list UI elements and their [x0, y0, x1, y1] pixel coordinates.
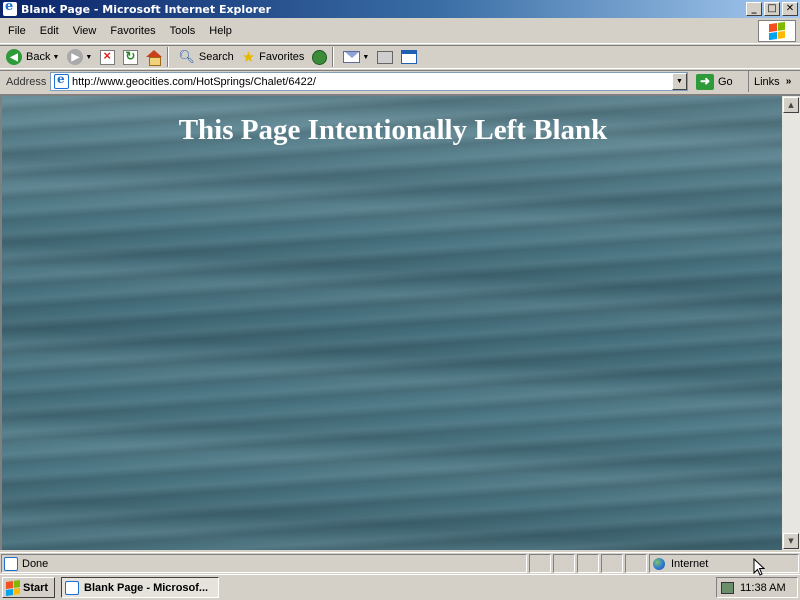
favorites-button[interactable]: ★ Favorites [240, 47, 307, 67]
windows-logo [758, 20, 796, 42]
page-viewport[interactable]: This Page Intentionally Left Blank [0, 94, 782, 550]
url-input[interactable] [72, 73, 672, 90]
stop-icon [100, 48, 116, 65]
address-dropdown-icon[interactable]: ▼ [672, 73, 687, 90]
maximize-button[interactable]: □ [764, 2, 780, 16]
go-arrow-icon: ➜ [696, 73, 714, 90]
forward-dropdown-icon[interactable]: ▼ [85, 54, 92, 61]
links-label: Links [754, 75, 780, 88]
print-button[interactable] [375, 47, 395, 67]
menu-help[interactable]: Help [203, 25, 238, 37]
ie-icon [65, 580, 79, 595]
media-button[interactable] [310, 47, 329, 67]
page-heading: This Page Intentionally Left Blank [178, 114, 608, 146]
mail-dropdown-icon[interactable]: ▼ [362, 54, 369, 61]
toolbar-separator [167, 47, 170, 67]
mail-icon [343, 51, 361, 63]
back-dropdown-icon[interactable]: ▼ [52, 54, 59, 61]
status-text-panel: Done [1, 554, 527, 573]
chevron-right-icon: » [785, 76, 792, 87]
media-icon [312, 49, 328, 65]
start-label: Start [23, 581, 49, 594]
scroll-up-arrow-icon[interactable]: ▲ [783, 97, 799, 113]
menu-bar: File Edit View Favorites Tools Help [0, 19, 800, 44]
title-bar: Blank Page - Microsoft Internet Explorer… [0, 0, 800, 18]
search-icon: 🔍︎ [178, 49, 195, 64]
home-icon [146, 50, 163, 66]
security-zone[interactable]: Internet [649, 554, 799, 573]
address-field[interactable]: ▼ [50, 72, 688, 91]
status-cell [553, 554, 575, 573]
scroll-down-arrow-icon[interactable]: ▼ [783, 533, 799, 549]
menu-favorites[interactable]: Favorites [104, 25, 161, 37]
taskbar: Start Blank Page - Microsof... 11:38 AM [0, 574, 800, 600]
status-cell [601, 554, 623, 573]
vertical-scrollbar[interactable]: ▲ ▼ [782, 94, 800, 550]
home-button[interactable] [144, 47, 164, 67]
status-bar: Done Internet [0, 552, 800, 574]
links-button[interactable]: Links » [748, 71, 800, 92]
menu-edit[interactable]: Edit [34, 25, 65, 37]
status-text: Done [22, 557, 49, 570]
stop-button[interactable] [98, 47, 117, 67]
favorites-star-icon: ★ [241, 49, 256, 66]
window-controls: _ □ ✕ [746, 2, 798, 16]
clock[interactable]: 11:38 AM [740, 582, 786, 594]
printer-icon [377, 50, 394, 64]
status-cell [625, 554, 647, 573]
refresh-icon [123, 49, 139, 65]
page-icon [54, 72, 69, 89]
minimize-button[interactable]: _ [746, 2, 762, 16]
refresh-button[interactable] [121, 47, 140, 67]
menu-tools[interactable]: Tools [164, 25, 202, 37]
page-status-icon [4, 556, 18, 571]
standard-toolbar: ◀ Back ▼ ▶ ▼ 🔍︎ Search ★ Favorites ▼ [0, 45, 800, 69]
go-button[interactable]: ➜ Go [696, 73, 733, 90]
windows-flag-icon [769, 21, 785, 41]
system-tray: 11:38 AM [716, 577, 798, 598]
taskbar-window-label: Blank Page - Microsof... [84, 581, 209, 594]
globe-icon [653, 557, 665, 570]
address-bar: Address ▼ ➜ Go Links » [0, 70, 800, 92]
zone-label: Internet [671, 557, 709, 570]
back-arrow-icon: ◀ [6, 49, 22, 65]
mouse-cursor-icon [753, 558, 765, 576]
taskbar-window-button[interactable]: Blank Page - Microsof... [61, 577, 219, 598]
status-cell [529, 554, 551, 573]
forward-arrow-icon: ▶ [67, 49, 84, 65]
windows-flag-icon [6, 579, 20, 596]
address-label: Address [6, 75, 47, 88]
network-icon[interactable] [721, 581, 734, 594]
edit-button[interactable] [399, 47, 419, 67]
edit-page-icon [401, 50, 418, 64]
toolbar-separator [332, 47, 335, 67]
back-button[interactable]: ◀ Back ▼ [4, 47, 61, 67]
mail-button[interactable]: ▼ [341, 47, 371, 67]
start-button[interactable]: Start [2, 577, 55, 598]
menu-view[interactable]: View [67, 25, 103, 37]
favorites-label: Favorites [259, 51, 305, 63]
ie-app-icon[interactable] [3, 0, 17, 16]
forward-button[interactable]: ▶ ▼ [65, 47, 94, 67]
window-title: Blank Page - Microsoft Internet Explorer [21, 2, 272, 16]
search-label: Search [198, 51, 234, 63]
close-button[interactable]: ✕ [782, 2, 798, 16]
status-cell [577, 554, 599, 573]
go-label: Go [718, 75, 733, 88]
back-label: Back [26, 51, 51, 63]
search-button[interactable]: 🔍︎ Search [176, 47, 235, 67]
menu-file[interactable]: File [2, 25, 32, 37]
